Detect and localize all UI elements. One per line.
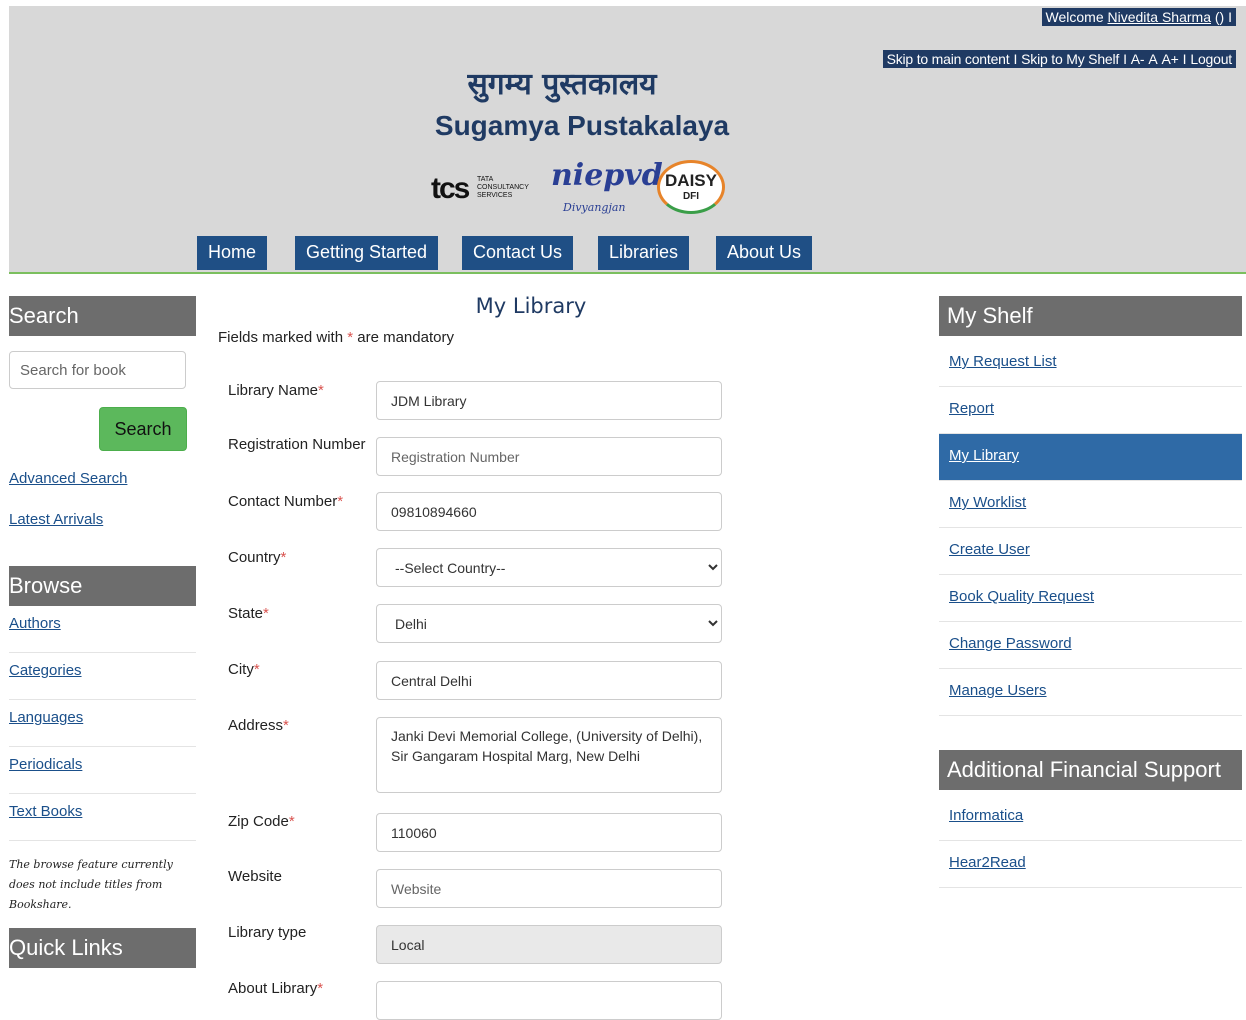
separator: I (1123, 51, 1127, 67)
daisy-logo-subtext: DFI (682, 191, 700, 202)
search-heading: Search (9, 296, 196, 336)
brand-title-english: Sugamya Pustakalaya (434, 110, 730, 141)
mandatory-note: Fields marked with * are mandatory (218, 329, 454, 346)
address-label: Address* (228, 717, 289, 734)
list-item: Report (939, 387, 1242, 434)
latest-arrivals-link[interactable]: Latest Arrivals (9, 511, 103, 528)
about-library-field[interactable] (376, 981, 722, 1020)
list-item: Languages (9, 700, 196, 747)
welcome-bar: Welcome Nivedita Sharma () I (1041, 8, 1236, 26)
daisy-logo: DAISY DFI (657, 160, 725, 214)
website-label: Website (228, 868, 282, 885)
search-button[interactable]: Search (99, 407, 187, 451)
font-increase-button[interactable]: A+ (1162, 51, 1179, 67)
browse-authors-link[interactable]: Authors (9, 615, 61, 632)
welcome-suffix: () I (1214, 9, 1232, 25)
required-star: * (347, 329, 354, 346)
state-select[interactable]: Delhi (376, 604, 722, 643)
address-field[interactable]: Janki Devi Memorial College, (University… (376, 717, 722, 793)
nav-contact-us[interactable]: Contact Us (462, 236, 574, 270)
font-decrease-button[interactable]: A- (1131, 51, 1145, 67)
quick-links-heading: Quick Links (9, 928, 196, 968)
browse-note: The browse feature currently does not in… (9, 858, 173, 911)
browse-heading: Browse (9, 566, 196, 606)
state-label: State* (228, 605, 269, 622)
registration-number-label: Registration Number (228, 436, 366, 453)
country-select[interactable]: --Select Country-- (376, 548, 722, 587)
list-item: Manage Users (939, 669, 1242, 716)
daisy-logo-text: DAISY (665, 171, 717, 190)
registration-number-field[interactable] (376, 437, 722, 476)
nav-libraries[interactable]: Libraries (598, 236, 690, 270)
list-item: Create User (939, 528, 1242, 575)
shelf-request-list-link[interactable]: My Request List (949, 353, 1057, 370)
library-type-label: Library type (228, 924, 307, 941)
shelf-manage-users-link[interactable]: Manage Users (949, 682, 1047, 699)
shelf-create-user-link[interactable]: Create User (949, 541, 1030, 558)
list-item: Change Password (939, 622, 1242, 669)
my-shelf-heading: My Shelf (939, 296, 1242, 336)
shelf-my-library-link[interactable]: My Library (949, 447, 1019, 464)
shelf-worklist-link[interactable]: My Worklist (949, 494, 1026, 511)
list-item: Book Quality Request (939, 575, 1242, 622)
niepvd-logo-subtitle: Divyangjan (563, 201, 626, 214)
brand-title-hindi: सुगम्य पुस्तकालय (467, 67, 657, 102)
list-item: Categories (9, 653, 196, 700)
zip-code-field[interactable] (376, 813, 722, 852)
contact-number-label: Contact Number* (228, 493, 344, 510)
welcome-prefix: Welcome (1045, 9, 1104, 25)
nav-home[interactable]: Home (197, 236, 268, 270)
nav-about-us[interactable]: About Us (716, 236, 813, 270)
support-informatica-link[interactable]: Informatica (949, 807, 1023, 824)
support-hear2read-link[interactable]: Hear2Read (949, 854, 1026, 871)
zip-code-label: Zip Code* (228, 813, 295, 830)
logout-link[interactable]: Logout (1190, 51, 1232, 67)
my-shelf-list: My Request List Report My Library My Wor… (939, 340, 1242, 716)
website-field[interactable] (376, 869, 722, 908)
support-list: Informatica Hear2Read (939, 794, 1242, 888)
contact-number-field[interactable] (376, 492, 722, 531)
list-item: My Worklist (939, 481, 1242, 528)
list-item: Informatica (939, 794, 1242, 841)
browse-categories-link[interactable]: Categories (9, 662, 82, 679)
list-item: Periodicals (9, 747, 196, 794)
mandatory-prefix: Fields marked with (218, 329, 344, 346)
advanced-search-link[interactable]: Advanced Search (9, 470, 127, 487)
library-type-field (376, 925, 722, 964)
browse-textbooks-link[interactable]: Text Books (9, 803, 82, 820)
browse-languages-link[interactable]: Languages (9, 709, 83, 726)
user-name-link[interactable]: Nivedita Sharma (1108, 9, 1212, 25)
browse-list: Authors Categories Languages Periodicals… (9, 606, 196, 841)
shelf-book-quality-request-link[interactable]: Book Quality Request (949, 588, 1094, 605)
support-heading: Additional Financial Support (939, 750, 1242, 790)
browse-periodicals-link[interactable]: Periodicals (9, 756, 82, 773)
nav-getting-started[interactable]: Getting Started (295, 236, 439, 270)
list-item: My Request List (939, 340, 1242, 387)
shelf-change-password-link[interactable]: Change Password (949, 635, 1072, 652)
city-label: City* (228, 661, 260, 678)
list-item: Hear2Read (939, 841, 1242, 888)
tcs-logo-subtitle: TATA CONSULTANCY SERVICES (477, 176, 529, 199)
library-name-label: Library Name* (228, 382, 324, 399)
shelf-report-link[interactable]: Report (949, 400, 994, 417)
tcs-logo: tcs (431, 172, 470, 205)
font-normal-button[interactable]: A (1148, 51, 1157, 67)
city-field[interactable] (376, 661, 722, 700)
site-header: Welcome Nivedita Sharma () I Skip to mai… (9, 6, 1246, 274)
country-label: Country* (228, 549, 287, 566)
list-item: Authors (9, 606, 196, 653)
partner-logos: tcs TATA CONSULTANCY SERVICES niepvd Div… (431, 154, 731, 218)
search-input[interactable] (9, 351, 186, 389)
niepvd-logo: niepvd (551, 158, 663, 193)
page-title: My Library (475, 294, 587, 318)
library-name-field[interactable] (376, 381, 722, 420)
separator: I (1182, 51, 1187, 67)
list-item: Text Books (9, 794, 196, 841)
mandatory-suffix: are mandatory (357, 329, 454, 346)
list-item-active: My Library (939, 434, 1242, 481)
